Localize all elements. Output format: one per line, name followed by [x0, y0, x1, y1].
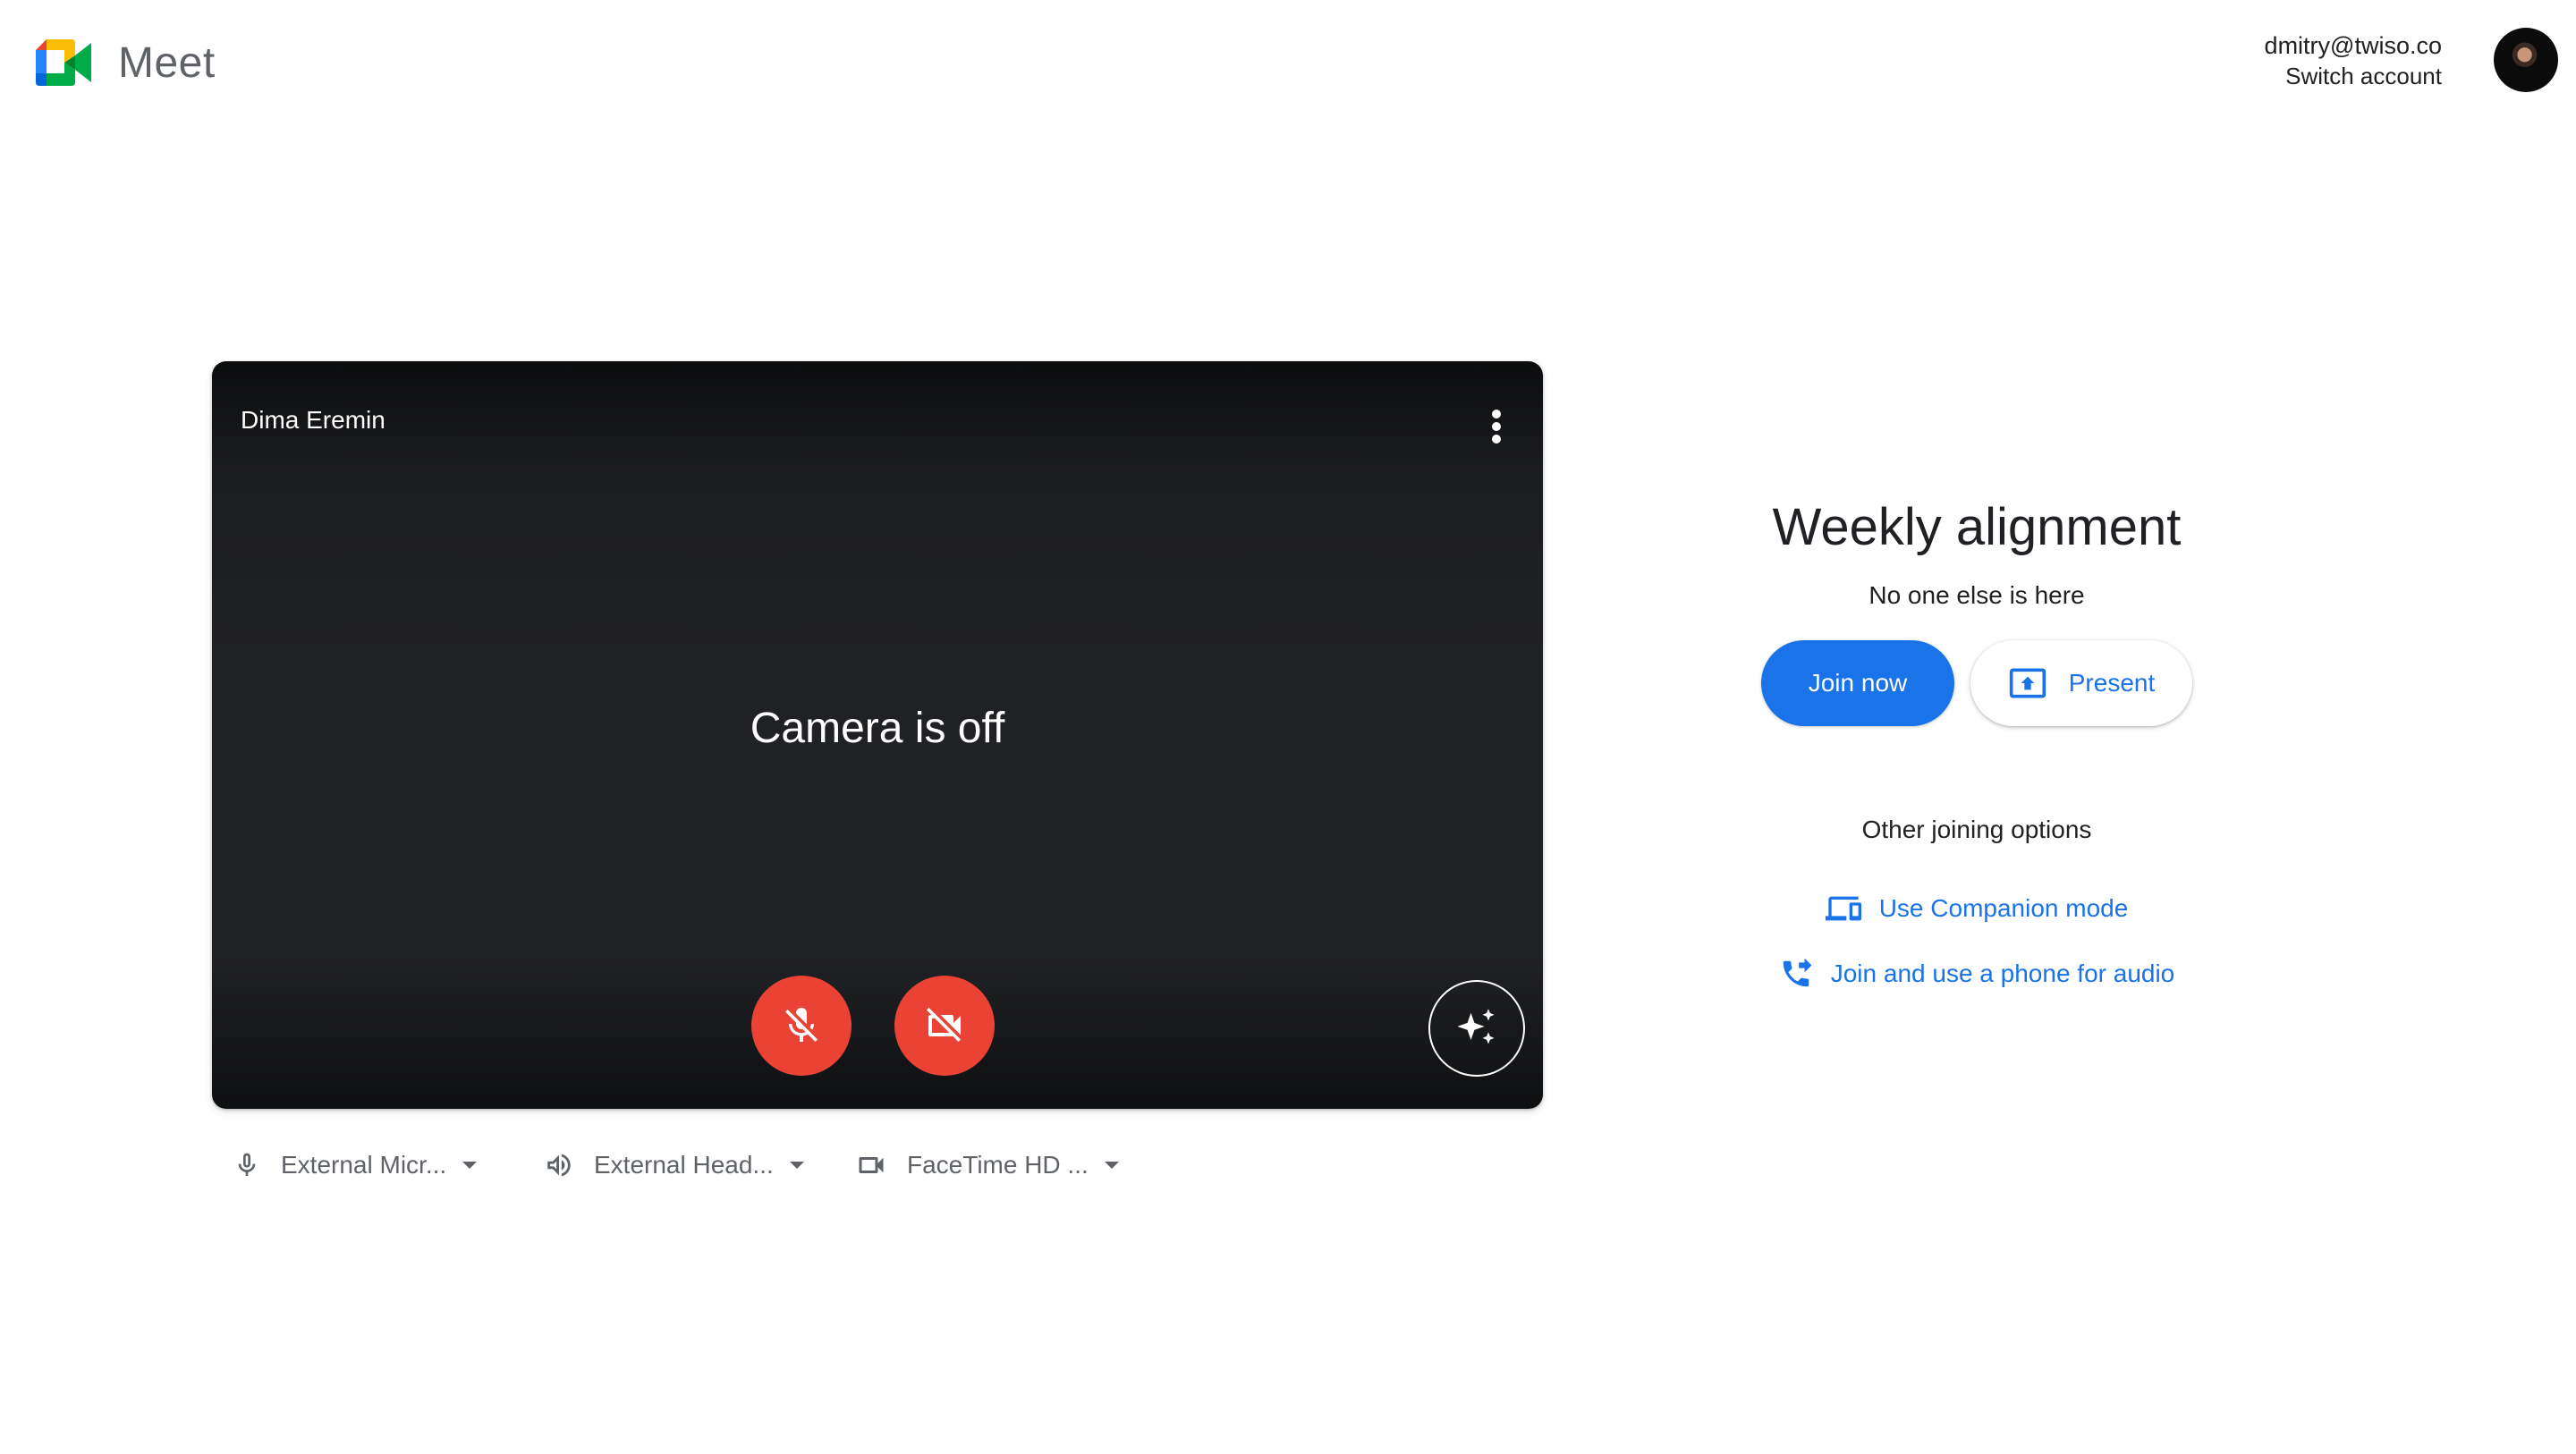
speaker-icon: [547, 1154, 571, 1177]
microphone-label: External Micr...: [281, 1151, 447, 1179]
join-panel: Weekly alignment No one else is here Joi…: [1708, 492, 2245, 991]
speaker-label: External Head...: [594, 1151, 774, 1179]
more-vert-dot: [1492, 435, 1501, 444]
videocam-off-icon: [927, 1008, 961, 1042]
join-actions: Join now Present: [1708, 640, 2245, 726]
camera-select[interactable]: FaceTime HD ...: [855, 1149, 1119, 1181]
toggle-camera-button[interactable]: [894, 976, 995, 1076]
participant-name: Dima Eremin: [241, 406, 386, 434]
dropdown-arrow-icon: [462, 1162, 478, 1169]
account-info: dmitry@twiso.co Switch account: [2265, 30, 2442, 91]
device-selectors: External Micr... External Head... FaceTi…: [233, 1149, 1119, 1181]
account-email: dmitry@twiso.co: [2264, 32, 2442, 59]
toggle-microphone-button[interactable]: [751, 976, 852, 1076]
avatar[interactable]: [2494, 28, 2558, 92]
camera-label: FaceTime HD ...: [907, 1151, 1089, 1179]
video-preview: Dima Eremin Camera is off: [212, 361, 1543, 1109]
companion-mode-link[interactable]: Use Companion mode: [1708, 891, 2245, 926]
videocam-icon: [859, 1157, 884, 1173]
join-now-label: Join now: [1808, 669, 1908, 697]
visual-effects-button[interactable]: [1428, 980, 1525, 1077]
dropdown-arrow-icon: [789, 1162, 804, 1169]
more-vert-icon: [1492, 410, 1501, 418]
present-button[interactable]: Present: [1970, 640, 2192, 726]
other-options-title: Other joining options: [1861, 816, 2092, 843]
more-vert-dot: [1492, 422, 1501, 431]
present-to-all-icon: [2009, 668, 2046, 698]
phone-audio-link[interactable]: Join and use a phone for audio: [1708, 957, 2245, 991]
mic-icon: [238, 1153, 256, 1176]
microphone-select[interactable]: External Micr...: [233, 1151, 544, 1179]
mic-off-icon: [785, 1008, 818, 1042]
present-label: Present: [2068, 669, 2156, 697]
companion-mode-label: Use Companion mode: [1878, 894, 2129, 922]
phone-forwarded-icon: [1783, 958, 1812, 987]
app-name: Meet: [118, 38, 216, 87]
participants-status: No one else is here: [1868, 581, 2085, 609]
switch-account-link[interactable]: Switch account: [2265, 61, 2442, 91]
more-options-button[interactable]: [1487, 408, 1505, 444]
meeting-title: Weekly alignment: [1772, 498, 2182, 556]
phone-audio-label: Join and use a phone for audio: [1830, 959, 2175, 987]
google-meet-logo-icon: [36, 39, 91, 86]
sparkle-icon: [1457, 1009, 1495, 1044]
meet-logo[interactable]: Meet: [34, 38, 216, 88]
dropdown-arrow-icon: [1104, 1162, 1119, 1169]
camera-status: Camera is off: [750, 705, 1005, 752]
devices-icon: [1825, 896, 1861, 921]
speaker-select[interactable]: External Head...: [544, 1150, 855, 1180]
join-now-button[interactable]: Join now: [1761, 640, 1954, 726]
